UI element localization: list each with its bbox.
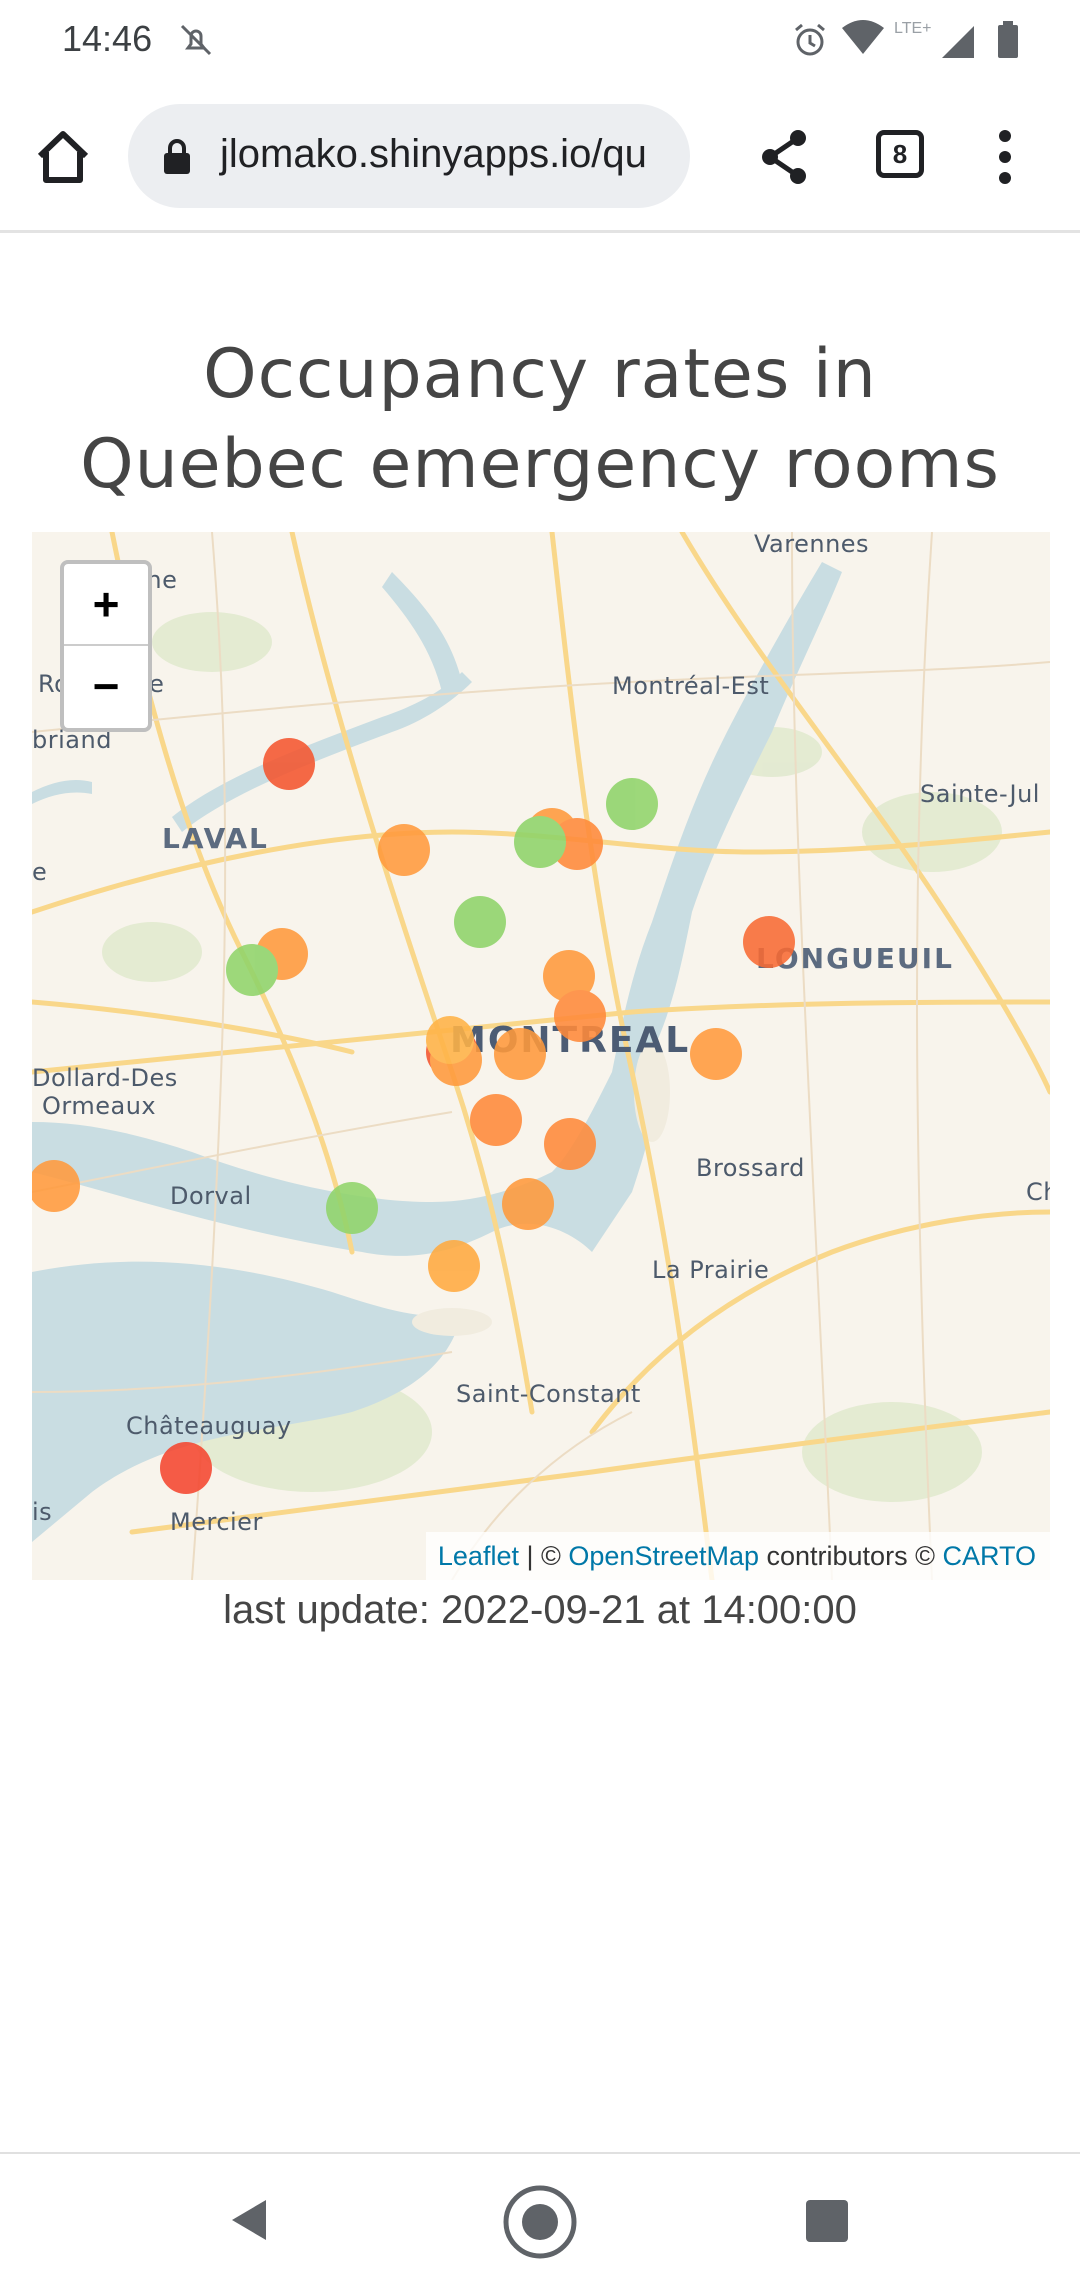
hospital-marker[interactable] [326, 1182, 378, 1234]
attribution-separator: | © [518, 1541, 569, 1571]
back-icon [232, 2200, 266, 2240]
hospital-marker[interactable] [544, 1118, 596, 1170]
hospital-marker[interactable] [454, 896, 506, 948]
hospital-marker[interactable] [226, 944, 278, 996]
wifi-icon [840, 18, 886, 63]
url-text: jlomako.shinyapps.io/qu [220, 132, 647, 176]
hospital-marker[interactable] [426, 1016, 474, 1064]
more-vert-icon [999, 130, 1011, 184]
hospital-markers [32, 738, 795, 1494]
openstreetmap-link[interactable]: OpenStreetMap [568, 1541, 759, 1571]
status-time: 14:46 [62, 18, 153, 59]
hospital-marker[interactable] [32, 1160, 80, 1212]
home-circle-icon [503, 2185, 577, 2259]
hospital-marker[interactable] [502, 1178, 554, 1230]
home-nav-button[interactable] [502, 2184, 578, 2265]
url-bar[interactable]: jlomako.shinyapps.io/qu [128, 104, 690, 208]
browser-toolbar: jlomako.shinyapps.io/qu 8 [0, 80, 1080, 233]
zoom-control: + − [60, 560, 152, 732]
attribution-contributors: contributors © [759, 1541, 943, 1571]
map-attribution: Leaflet | © OpenStreetMap contributors ©… [425, 1532, 1050, 1580]
hospital-marker[interactable] [743, 916, 795, 968]
system-nav-bar [0, 2152, 1080, 2282]
occupancy-map[interactable]: Varennes aine Ro ère briand LAVAL Montré… [32, 532, 1050, 1580]
more-menu-button[interactable] [990, 124, 1020, 190]
hospital-marker[interactable] [428, 1240, 480, 1292]
page-title-line1: Occupancy rates in [203, 335, 877, 414]
hospital-marker[interactable] [690, 1028, 742, 1080]
carto-link[interactable]: CARTO [942, 1541, 1036, 1571]
hospital-marker[interactable] [160, 1442, 212, 1494]
hospital-marker[interactable] [378, 824, 430, 876]
hospital-marker[interactable] [514, 816, 566, 868]
hospital-marker[interactable] [554, 990, 606, 1042]
hospital-marker[interactable] [470, 1094, 522, 1146]
hospital-marker[interactable] [494, 1028, 546, 1080]
back-button[interactable] [226, 2196, 270, 2249]
alarm-icon [790, 20, 830, 65]
page-title-line2: Quebec emergency rooms [80, 425, 1000, 504]
signal-icon [940, 24, 976, 65]
hospital-marker[interactable] [606, 778, 658, 830]
network-type-label: LTE+ [894, 20, 932, 37]
share-icon [762, 130, 806, 184]
battery-icon [996, 20, 1020, 65]
page-title: Occupancy rates in Quebec emergency room… [0, 330, 1080, 510]
zoom-out-button[interactable]: − [64, 646, 148, 726]
recent-apps-button[interactable] [806, 2200, 848, 2242]
tab-switcher-button[interactable]: 8 [876, 130, 924, 178]
dnd-off-icon [176, 20, 216, 65]
zoom-in-button[interactable]: + [64, 564, 148, 646]
home-button[interactable] [30, 124, 96, 190]
last-update-text: last update: 2022-09-21 at 14:00:00 [223, 1588, 857, 1632]
home-icon [37, 131, 89, 183]
lock-icon [162, 138, 192, 181]
status-bar: 14:46 LTE+ [0, 0, 1080, 80]
leaflet-link[interactable]: Leaflet [438, 1541, 519, 1571]
hospital-marker[interactable] [263, 738, 315, 790]
share-button[interactable] [752, 124, 818, 190]
